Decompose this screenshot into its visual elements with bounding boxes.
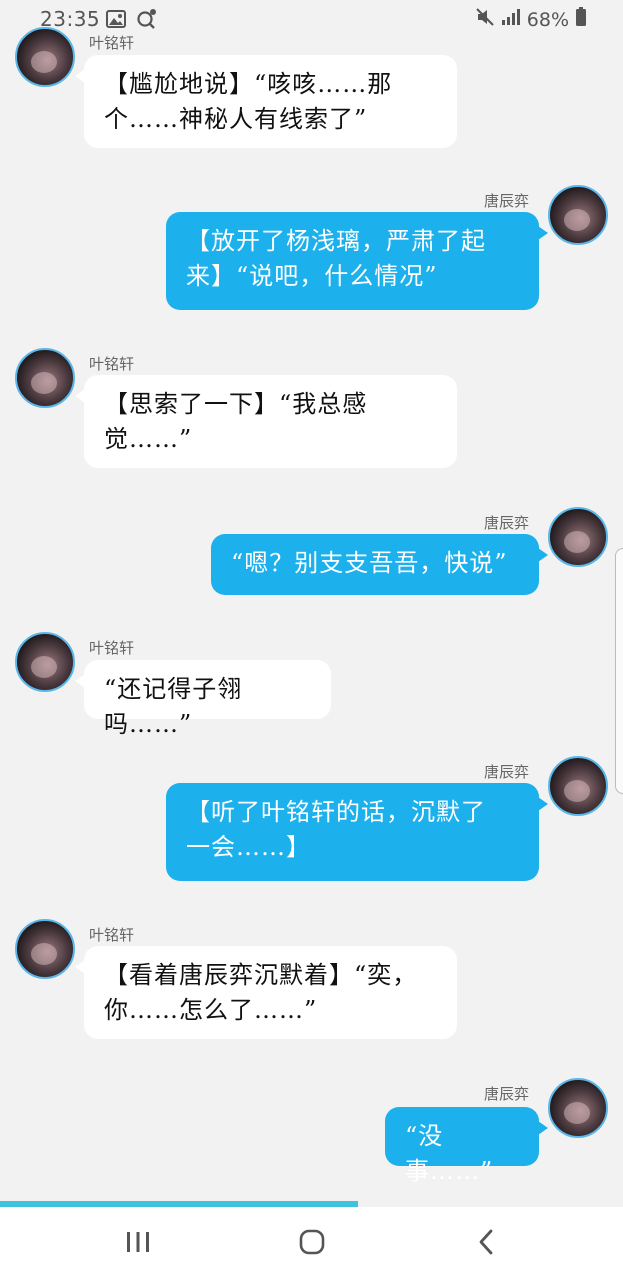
image-icon — [106, 10, 126, 32]
message-bubble[interactable]: 【思索了一下】“我总感 觉……” — [75, 375, 457, 468]
avatar[interactable] — [548, 507, 608, 567]
sender-name: 叶铭轩 — [89, 34, 135, 52]
recent-apps-icon — [125, 1230, 151, 1258]
message-bubble[interactable]: 【放开了杨浅璃，严肃了起 来】“说吧，什么情况” — [166, 212, 548, 310]
chat-screen: 23:35 68% 叶铭轩 【尴尬地说】“咳咳……那 个……神秘人有线索了” 唐… — [0, 0, 623, 1280]
sender-name: 唐辰弈 — [484, 763, 530, 781]
avatar[interactable] — [15, 919, 75, 979]
recent-apps-button[interactable] — [93, 1207, 183, 1280]
avatar[interactable] — [15, 27, 75, 87]
message-bubble[interactable]: 【听了叶铭轩的话，沉默了 一会……】 — [166, 783, 548, 881]
avatar[interactable] — [15, 348, 75, 408]
avatar[interactable] — [548, 1078, 608, 1138]
message-bubble[interactable]: 【尴尬地说】“咳咳……那 个……神秘人有线索了” — [75, 55, 457, 148]
back-icon — [476, 1228, 496, 1260]
sender-name: 唐辰弈 — [484, 1085, 530, 1103]
avatar[interactable] — [15, 632, 75, 692]
message-bubble[interactable]: 【看着唐辰弈沉默着】“奕， 你……怎么了……” — [75, 946, 457, 1039]
sender-name: 叶铭轩 — [89, 926, 135, 944]
message-bubble[interactable]: “还记得子翎吗……” — [75, 660, 331, 738]
avatar[interactable] — [548, 185, 608, 245]
sender-name: 唐辰弈 — [484, 514, 530, 532]
sender-name: 叶铭轩 — [89, 639, 135, 657]
navigation-bar — [0, 1207, 623, 1280]
sender-name: 唐辰弈 — [484, 192, 530, 210]
home-button[interactable] — [267, 1207, 357, 1280]
back-button[interactable] — [441, 1207, 531, 1280]
avatar[interactable] — [548, 756, 608, 816]
side-panel-handle[interactable] — [615, 548, 623, 794]
home-icon — [298, 1228, 326, 1260]
message-bubble[interactable]: “没事……” — [385, 1107, 548, 1185]
search-location-icon — [136, 8, 158, 34]
battery-icon — [575, 7, 587, 32]
signal-icon — [501, 8, 521, 31]
mute-icon — [475, 7, 495, 32]
battery-level: 68% — [526, 8, 569, 31]
message-bubble[interactable]: “嗯？别支支吾吾，快说” — [211, 534, 548, 595]
sender-name: 叶铭轩 — [89, 355, 135, 373]
